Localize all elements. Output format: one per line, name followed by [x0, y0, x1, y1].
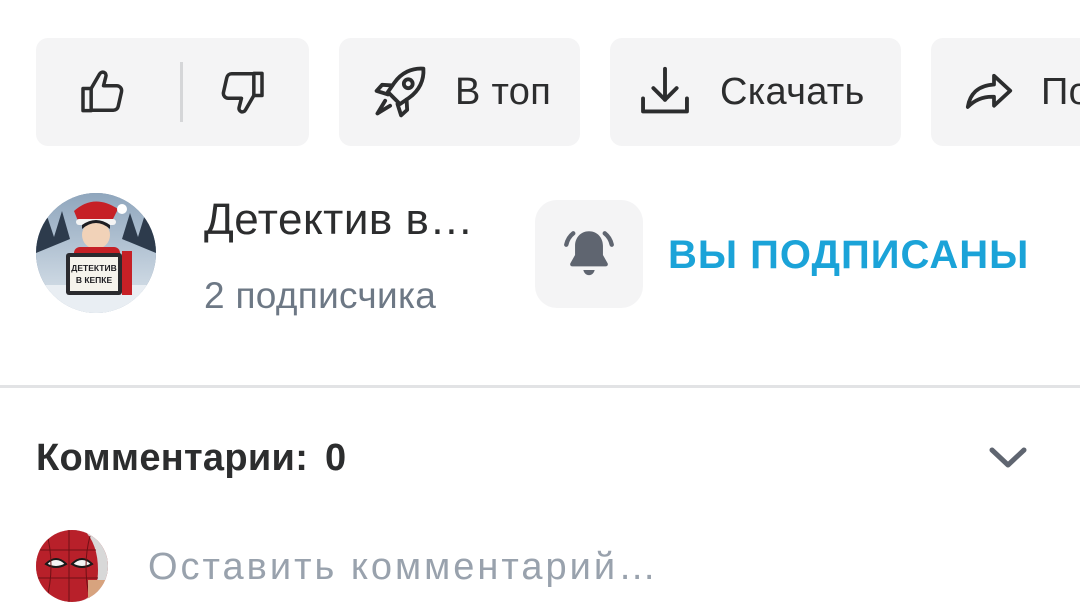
like-button[interactable] [36, 38, 172, 146]
thumbs-up-icon [81, 70, 124, 113]
bell-ringing-icon [564, 231, 614, 276]
share-button[interactable]: По [931, 38, 1080, 146]
comment-input[interactable] [148, 540, 1028, 594]
download-button[interactable]: Скачать [610, 38, 901, 146]
download-icon [641, 66, 689, 114]
comments-header: Комментарии: 0 [36, 437, 346, 480]
video-actions-bar: В топ Скачать По [36, 38, 1080, 146]
channel-avatar[interactable]: ДЕТЕКТИВ В КЕПКЕ [36, 193, 156, 313]
channel-avatar-image: ДЕТЕКТИВ В КЕПКЕ [36, 193, 156, 313]
channel-name[interactable]: Детектив в… [204, 195, 474, 245]
vote-group [36, 38, 309, 146]
share-arrow-icon [965, 73, 1013, 109]
avatar-text-line1: ДЕТЕКТИВ [71, 263, 116, 273]
user-avatar-image [36, 530, 108, 602]
section-divider [0, 385, 1080, 388]
user-avatar[interactable] [36, 530, 108, 602]
comments-count: 0 [325, 437, 347, 479]
notifications-bell-button[interactable] [535, 200, 643, 308]
top-button[interactable]: В топ [339, 38, 580, 146]
avatar-text-line2: В КЕПКЕ [76, 275, 113, 285]
subscribe-status-button[interactable]: ВЫ ПОДПИСАНЫ [668, 233, 1029, 278]
dislike-button[interactable] [173, 38, 309, 146]
thumbs-down-icon [221, 71, 264, 114]
chevron-down-icon [989, 447, 1027, 468]
comments-toggle-button[interactable] [984, 438, 1032, 478]
share-button-label: По [1041, 70, 1080, 113]
top-button-label: В топ [455, 70, 552, 113]
rocket-icon [374, 66, 426, 118]
channel-info: ДЕТЕКТИВ В КЕПКЕ Детектив в… 2 подписчик… [36, 193, 1080, 316]
channel-subscribers-count: 2 подписчика [204, 275, 437, 316]
download-button-label: Скачать [720, 70, 865, 113]
comments-title: Комментарии: [36, 437, 309, 479]
